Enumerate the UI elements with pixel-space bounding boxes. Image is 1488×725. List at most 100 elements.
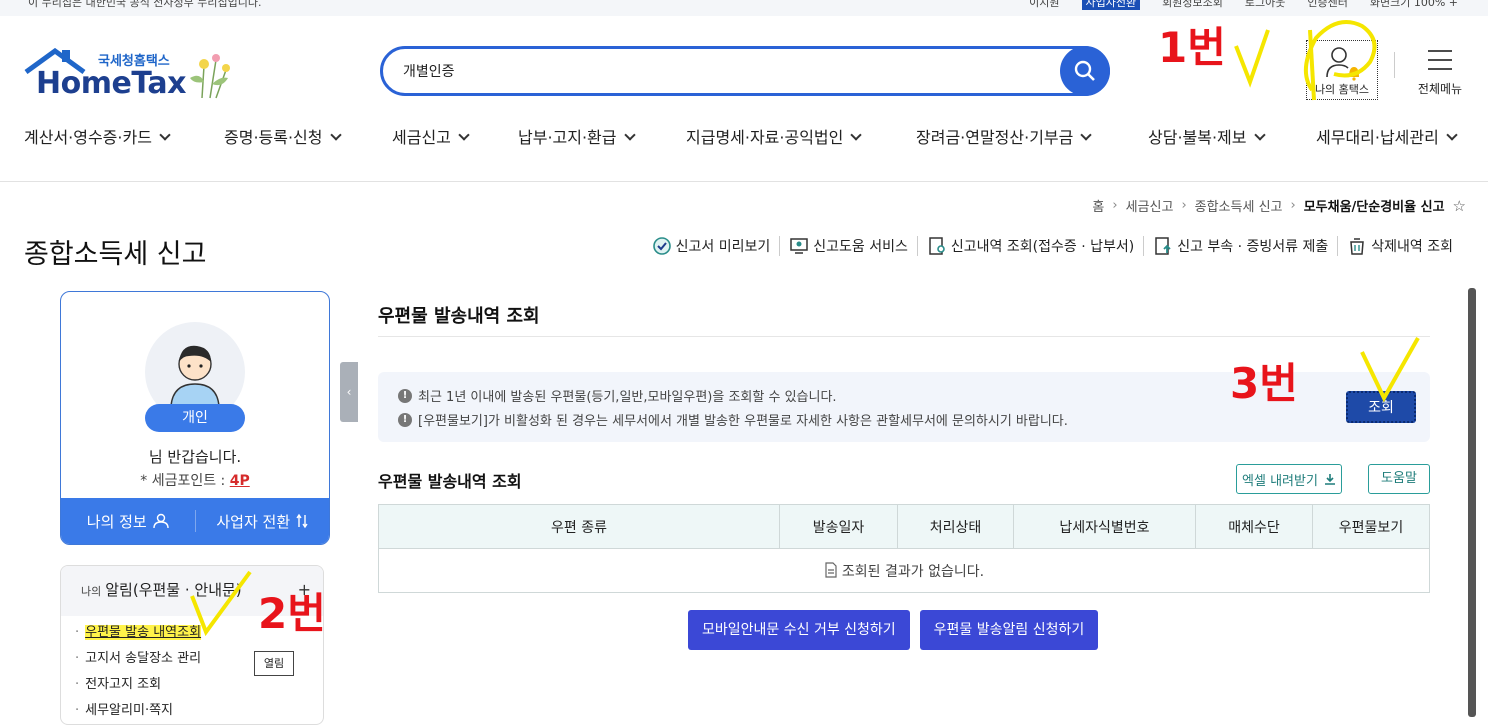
annotation-1: 1번 (1158, 23, 1226, 72)
crumb-l2[interactable]: 종합소득세 신고 (1195, 196, 1283, 215)
gov-banner: 이 누리집은 대한민국 공식 전자정부 누리집입니다. 이지원 사업자전환 회원… (0, 0, 1488, 16)
switch-business-button[interactable]: 사업자 전환 (196, 498, 330, 544)
excel-label: 엑셀 내려받기 (1242, 473, 1318, 489)
switch-label: 사업자 전환 (216, 512, 291, 531)
top-link-easy[interactable]: 이지원 (1029, 0, 1059, 10)
alarm-item-mail-history[interactable]: 우편물 발송 내역조회 (75, 622, 202, 648)
results-table: 우편 종류 발송일자 처리상태 납세자식별번호 매체수단 우편물보기 조회된 결… (378, 504, 1430, 593)
annotation-2: 2번 (258, 589, 326, 638)
download-icon (1324, 474, 1335, 485)
all-menu-button[interactable]: 전체메뉴 (1410, 46, 1470, 100)
document-search-icon (929, 237, 945, 255)
table-row: 조회된 결과가 없습니다. (378, 548, 1430, 593)
alarm-item-delivery[interactable]: 고지서 송달장소 관리 (75, 648, 201, 674)
chevron-down-icon (1446, 129, 1458, 141)
query-button[interactable]: 조회 (1346, 391, 1416, 423)
top-link-member[interactable]: 회원정보조회 (1162, 0, 1223, 10)
col-send-date: 발송일자 (779, 504, 898, 549)
empty-text: 조회된 결과가 없습니다. (841, 563, 985, 580)
points-label: * 세금포인트 : (140, 473, 226, 489)
search-icon (1074, 60, 1095, 81)
trash-icon (1350, 238, 1365, 255)
all-menu-label: 전체메뉴 (1417, 82, 1463, 96)
flower-icon (190, 54, 230, 99)
quick-deleted[interactable]: 삭제내역 조회 (1337, 236, 1462, 256)
my-info-label: 나의 정보 (86, 512, 147, 531)
notice-text: [우편물보기]가 비활성화 된 경우는 세무서에서 개별 발송한 우편물로 자세… (418, 414, 1068, 429)
chevron-down-icon (1080, 129, 1093, 141)
alarm-item-label: 세무알리미·쪽지 (85, 703, 173, 718)
user-type-badge: 개인 (145, 404, 245, 432)
nav-label: 계산서·영수증·카드 (24, 128, 152, 147)
crumb-separator: › (1112, 198, 1118, 213)
alarm-item-label: 전자고지 조회 (85, 677, 162, 692)
notice-line: ! [우편물보기]가 비활성화 된 경우는 세무서에서 개별 발송한 우편물로 자… (398, 410, 1068, 429)
search-input[interactable] (403, 59, 1003, 83)
quick-attach[interactable]: 신고 부속 · 증빙서류 제출 (1143, 236, 1337, 256)
chevron-down-icon (850, 129, 863, 141)
nav-label: 세무대리·납세관리 (1316, 128, 1439, 147)
quick-label: 신고내역 조회(접수증 · 납부서) (950, 239, 1135, 255)
mobile-reject-button[interactable]: 모바일안내문 수신 거부 신청하기 (688, 610, 910, 650)
crumb-current: 모두채움/단순경비율 신고 (1303, 200, 1445, 215)
nav-consult[interactable]: 상담·불복·제보 (1148, 124, 1266, 148)
hamburger-icon (1428, 50, 1452, 70)
info-icon: ! (398, 412, 412, 427)
top-link-business[interactable]: 사업자전환 (1081, 0, 1141, 10)
info-icon: ! (398, 388, 412, 403)
user-icon (153, 513, 169, 529)
greeting: 님 반갑습니다. (148, 448, 242, 466)
alarm-item-messages[interactable]: 세무알리미·쪽지 (75, 700, 201, 724)
nav-tax-report[interactable]: 세금신고 (392, 124, 470, 148)
profile-actions: 나의 정보 사업자 전환 (61, 498, 329, 544)
chevron-down-icon (623, 129, 636, 141)
my-hometax-label: 나의 홈택스 (1314, 83, 1370, 96)
hometax-logo[interactable]: 국세청홈택스 HomeTax (24, 48, 236, 104)
chevron-down-icon (159, 129, 171, 141)
table-header: 우편 종류 발송일자 처리상태 납세자식별번호 매체수단 우편물보기 (378, 504, 1430, 549)
scrollbar[interactable] (1468, 288, 1476, 717)
points-value[interactable]: 4P (230, 473, 250, 489)
check-circle-icon (652, 237, 671, 255)
my-info-button[interactable]: 나의 정보 (61, 498, 195, 544)
top-link-cert[interactable]: 인증센터 (1307, 0, 1347, 10)
notice-line: ! 최근 1년 이내에 발송된 우편물(등기,일반,모바일우편)을 조회할 수 있… (398, 386, 837, 405)
header: 국세청홈택스 HomeTax 나의 홈택스 전체메뉴 (0, 16, 1488, 116)
nav-agent[interactable]: 세무대리·납세관리 (1316, 124, 1458, 148)
my-hometax-button[interactable]: 나의 홈택스 (1306, 40, 1378, 100)
help-button[interactable]: 도움말 (1368, 464, 1430, 494)
nav-payment[interactable]: 납부·고지·환급 (518, 124, 636, 148)
alarm-item-label: 고지서 송달장소 관리 (85, 651, 202, 666)
document-icon (825, 561, 837, 578)
nav-divider (0, 181, 1488, 182)
crumb-home[interactable]: 홈 (1092, 196, 1104, 215)
mail-alarm-button[interactable]: 우편물 발송알림 신청하기 (919, 610, 1099, 650)
crumb-l1[interactable]: 세금신고 (1126, 196, 1174, 215)
favorite-star-icon[interactable]: ☆ (1453, 197, 1466, 215)
top-link-logout[interactable]: 로그아웃 (1245, 0, 1285, 10)
alarm-list: 우편물 발송 내역조회 고지서 송달장소 관리 전자고지 조회 세무알리미·쪽지 (75, 622, 202, 724)
sidebar-toggle[interactable]: ‹ (340, 362, 358, 422)
quick-links: 신고서 미리보기 신고도움 서비스 신고내역 조회(접수증 · 납부서) 신고 … (643, 236, 1462, 256)
quick-history[interactable]: 신고내역 조회(접수증 · 납부서) (916, 236, 1143, 256)
alarm-item-e-notice[interactable]: 전자고지 조회 (75, 674, 201, 700)
top-link-zoom[interactable]: 화면크기 100% + (1370, 0, 1458, 10)
quick-label: 삭제내역 조회 (1371, 239, 1453, 255)
nav-label: 증명·등록·신청 (224, 128, 323, 147)
empty-message: 조회된 결과가 없습니다. (378, 548, 1430, 593)
quick-preview[interactable]: 신고서 미리보기 (643, 236, 780, 256)
user-bell-icon (1326, 47, 1359, 81)
top-links: 이지원 사업자전환 회원정보조회 로그아웃 인증센터 화면크기 100% + (1029, 0, 1458, 10)
quick-help-service[interactable]: 신고도움 서비스 (779, 236, 917, 256)
chevron-down-icon (1253, 129, 1266, 141)
excel-download-button[interactable]: 엑셀 내려받기 (1236, 464, 1342, 494)
col-media: 매체수단 (1195, 504, 1313, 549)
nav-certificate[interactable]: 증명·등록·신청 (224, 124, 342, 148)
results-title: 우편물 발송내역 조회 (378, 472, 522, 491)
search-button[interactable] (1060, 46, 1110, 96)
nav-invoice[interactable]: 계산서·영수증·카드 (24, 124, 171, 148)
tax-points: * 세금포인트 : 4P (61, 470, 329, 490)
nav-statements[interactable]: 지급명세·자료·공익법인 (686, 124, 863, 148)
monitor-icon (790, 238, 809, 254)
nav-incentive[interactable]: 장려금·연말정산·기부금 (916, 124, 1093, 148)
